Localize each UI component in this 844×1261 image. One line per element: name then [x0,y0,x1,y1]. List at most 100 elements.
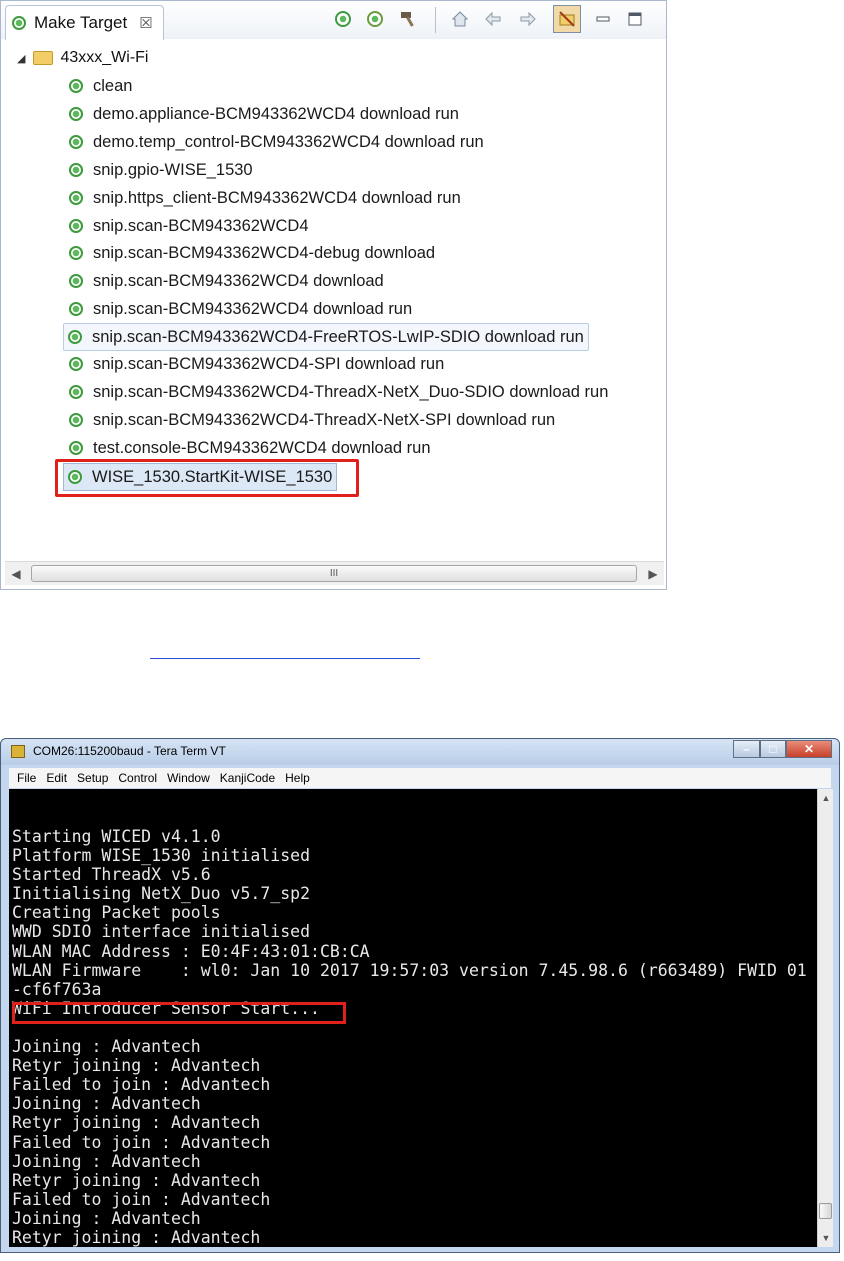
tree-item-target[interactable]: snip.scan-BCM943362WCD4 download run [65,297,416,321]
scrollbar-thumb[interactable] [819,1203,832,1219]
menu-setup[interactable]: Setup [77,771,108,785]
console-line: -cf6f763a [12,979,102,999]
console-line: Started ThreadX v5.6 [12,865,211,885]
target-icon [69,385,83,399]
target-icon [68,330,82,344]
console-line: Joining : Advantech [12,1037,201,1057]
target-label: demo.temp_control-BCM943362WCD4 download… [93,132,484,151]
tab-make-target[interactable]: Make Target ☒ [5,5,164,40]
target-label: test.console-BCM943362WCD4 download run [93,438,431,457]
target-icon [69,357,83,371]
tree-item-target[interactable]: test.console-BCM943362WCD4 download run [65,436,435,460]
target-icon [69,219,83,233]
target-label: snip.scan-BCM943362WCD4-FreeRTOS-LwIP-SD… [92,327,584,346]
new-target-icon[interactable] [331,7,355,31]
console-line: Creating Packet pools [12,903,221,923]
tree-item-target[interactable]: snip.gpio-WISE_1530 [65,158,257,182]
close-button[interactable]: ✕ [786,740,832,758]
console-line: Initialising NetX_Duo v5.7_sp2 [12,884,311,904]
teraterm-window: COM26:115200baud - Tera Term VT – □ ✕ Fi… [0,738,840,1253]
scroll-left-icon[interactable]: ◀ [8,566,24,582]
terminal-console[interactable]: Starting WICED v4.1.0 Platform WISE_1530… [9,789,817,1247]
minimize-icon[interactable] [591,7,615,31]
tree-item-target[interactable]: snip.https_client-BCM943362WCD4 download… [65,186,465,210]
menu-bar: File Edit Setup Control Window KanjiCode… [9,768,831,788]
console-line: WLAN MAC Address : E0:4F:43:01:CB:CA [12,941,370,961]
target-label: snip.scan-BCM943362WCD4-ThreadX-NetX-SPI… [93,410,556,429]
back-icon[interactable] [481,7,505,31]
tree-item-target[interactable]: snip.scan-BCM943362WCD4 [65,214,313,238]
tree-item-target[interactable]: snip.scan-BCM943362WCD4-ThreadX-NetX-SPI… [65,408,559,432]
tree-item-target[interactable]: demo.temp_control-BCM943362WCD4 download… [65,130,488,154]
make-target-view: Make Target ☒ ◢ 43xxx_Wi-Fi clean demo.a… [0,0,667,590]
target-label: snip.https_client-BCM943362WCD4 download… [93,188,461,207]
target-icon [69,413,83,427]
console-line: Starting WICED v4.1.0 [12,827,221,846]
tree-item-target-hovered[interactable]: snip.scan-BCM943362WCD4-FreeRTOS-LwIP-SD… [63,323,589,351]
console-line: Failed to join : Advantech [12,1189,271,1209]
console-line: Retyr joining : Advantech [12,1113,261,1133]
menu-kanjicode[interactable]: KanjiCode [220,771,275,785]
target-icon [69,441,83,455]
menu-control[interactable]: Control [118,771,157,785]
project-folder-icon [33,51,54,65]
menu-file[interactable]: File [17,771,36,785]
tree-item-target[interactable]: snip.scan-BCM943362WCD4-debug download [65,241,439,265]
target-label: snip.scan-BCM943362WCD4-debug download [93,243,436,262]
horizontal-scrollbar[interactable]: ◀ III ▶ [5,561,664,585]
minimize-button[interactable]: – [733,740,760,758]
scroll-down-icon[interactable]: ▼ [818,1231,834,1245]
toolbar-separator [435,7,436,33]
home-icon[interactable] [448,7,472,31]
target-icon [69,191,83,205]
console-line: Joining : Advantech [12,1094,201,1114]
expand-arrow-icon[interactable]: ◢ [17,52,25,65]
window-titlebar[interactable]: COM26:115200baud - Tera Term VT – □ ✕ [1,739,839,765]
target-label: snip.scan-BCM943362WCD4-ThreadX-NetX_Duo… [93,382,609,401]
menu-edit[interactable]: Edit [46,771,67,785]
maximize-button[interactable]: □ [760,740,786,758]
target-label: snip.gpio-WISE_1530 [93,160,253,179]
target-label: snip.scan-BCM943362WCD4 [93,216,309,235]
console-line: WLAN Firmware : wl0: Jan 10 2017 19:57:0… [12,960,807,980]
tab-label: Make Target [34,13,128,32]
target-label: clean [93,76,133,95]
target-icon [69,107,83,121]
target-icon [69,135,83,149]
target-label: snip.scan-BCM943362WCD4 download run [93,299,413,318]
forward-icon[interactable] [516,7,540,31]
target-label: snip.scan-BCM943362WCD4 download [93,271,384,290]
console-line: Platform WISE_1530 initialised [12,846,311,866]
tree-item-target[interactable]: snip.scan-BCM943362WCD4-ThreadX-NetX_Duo… [65,380,612,404]
vertical-scrollbar[interactable]: ▲ ▼ [817,789,833,1247]
target-icon [69,246,83,260]
window-title: COM26:115200baud - Tera Term VT [33,744,226,758]
scroll-up-icon[interactable]: ▲ [818,791,834,805]
view-header: Make Target ☒ [1,1,666,40]
menu-window[interactable]: Window [167,771,210,785]
scrollbar-thumb[interactable]: III [31,565,637,582]
target-label: demo.appliance-BCM943362WCD4 download ru… [93,104,459,123]
highlight-box-console-line [12,1002,346,1024]
console-line: Retyr joining : Advantech [12,1056,261,1076]
tree-item-target[interactable]: snip.scan-BCM943362WCD4 download [65,269,388,293]
console-line: Joining : Advantech [12,1208,201,1228]
hide-empty-folders-icon[interactable] [553,5,581,33]
console-line: Failed to join : Advantech [12,1132,271,1152]
tree-item-target[interactable]: demo.appliance-BCM943362WCD4 download ru… [65,102,463,126]
target-icon [69,302,83,316]
close-icon[interactable]: ☒ [139,14,152,32]
teraterm-app-icon [11,745,25,758]
console-line: Retyr joining : Advantech [12,1227,261,1247]
build-target-icon[interactable] [397,7,421,31]
tree-item-target[interactable]: snip.scan-BCM943362WCD4-SPI download run [65,352,448,376]
console-output: Starting WICED v4.1.0 Platform WISE_1530… [12,827,807,1247]
maximize-icon[interactable] [623,7,647,31]
tree-item-target[interactable]: clean [65,74,136,98]
edit-target-icon[interactable] [363,7,387,31]
menu-help[interactable]: Help [285,771,310,785]
console-line: Failed to join : Advantech [12,1075,271,1095]
target-label: snip.scan-BCM943362WCD4-SPI download run [93,354,445,373]
tree-root-project[interactable]: ◢ 43xxx_Wi-Fi [17,45,148,71]
scroll-right-icon[interactable]: ▶ [645,566,661,582]
